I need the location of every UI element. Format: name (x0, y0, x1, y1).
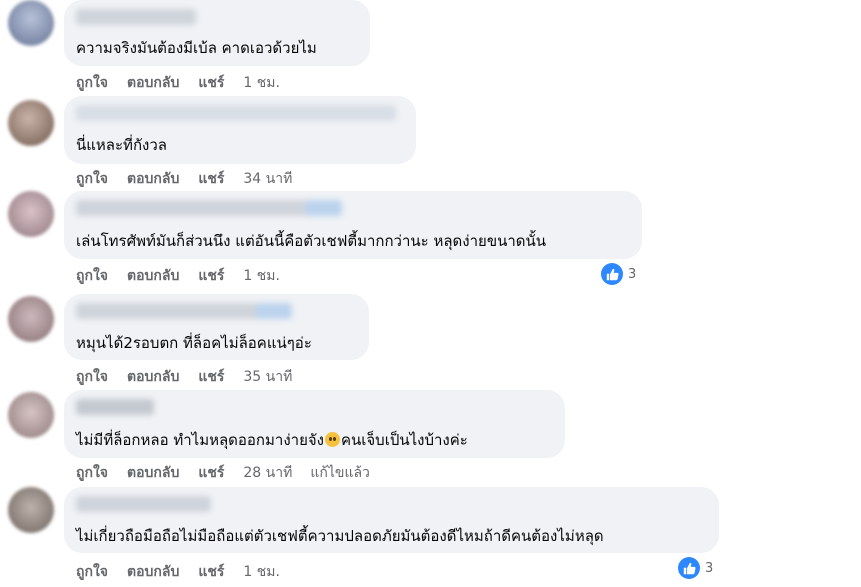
like-link[interactable]: ถูกใจ (76, 561, 108, 583)
comment-text: ไม่มีที่ล็อกหลอ ทำไมหลุดออกมาง่ายจัง คนเจ… (76, 428, 468, 452)
avatar[interactable] (8, 296, 54, 342)
comment-text: นี่แหละที่กังวล (76, 136, 167, 154)
author-name[interactable] (76, 303, 292, 319)
author-name[interactable] (76, 9, 196, 25)
timestamp[interactable]: 35 นาที (243, 366, 292, 388)
thumbs-up-icon (678, 557, 700, 579)
share-link[interactable]: แชร์ (198, 72, 224, 94)
like-link[interactable]: ถูกใจ (76, 168, 108, 190)
comment-text: ไม่เกี่ยวถือมือถือไม่มือถือแต่ตัวเชฟตี้ค… (76, 527, 604, 545)
comment-actions: ถูกใจ ตอบกลับ แชร์ 28 นาที แก้ไขแล้ว (76, 462, 389, 484)
timestamp[interactable]: 1 ชม. (243, 265, 280, 287)
comment-actions: ถูกใจ ตอบกลับ แชร์ 35 นาที (76, 366, 310, 388)
like-link[interactable]: ถูกใจ (76, 72, 108, 94)
comment-actions: ถูกใจ ตอบกลับ แชร์ 1 ชม. (76, 561, 298, 583)
avatar[interactable] (8, 100, 54, 146)
timestamp[interactable]: 28 นาที (243, 462, 292, 484)
comment-bubble: หมุนได้2รอบตก ที่ล็อคไม่ล็อคแน่ๆอ่ะ (64, 294, 369, 360)
timestamp[interactable]: 1 ชม. (243, 561, 280, 583)
share-link[interactable]: แชร์ (198, 561, 224, 583)
share-link[interactable]: แชร์ (198, 366, 224, 388)
reply-link[interactable]: ตอบกลับ (127, 265, 179, 287)
comment-bubble: ความจริงมันต้องมีเบ้ล คาดเอวด้วยไม (64, 0, 370, 66)
like-link[interactable]: ถูกใจ (76, 462, 108, 484)
author-name[interactable] (76, 105, 396, 121)
comment-text-part-1: ไม่มีที่ล็อกหลอ ทำไมหลุดออกมาง่ายจัง (76, 431, 324, 449)
share-link[interactable]: แชร์ (198, 168, 224, 190)
reaction-summary[interactable]: 3 (601, 263, 636, 285)
avatar[interactable] (8, 0, 54, 46)
sad-face-emoji-icon (324, 432, 340, 447)
reaction-summary[interactable]: 3 (678, 557, 713, 579)
thumbs-up-icon (601, 263, 623, 285)
share-link[interactable]: แชร์ (198, 265, 224, 287)
comment-bubble: ไม่มีที่ล็อกหลอ ทำไมหลุดออกมาง่ายจัง คนเจ… (64, 390, 565, 458)
author-name[interactable] (76, 200, 342, 216)
reply-link[interactable]: ตอบกลับ (127, 366, 179, 388)
comment-text-part-2: คนเจ็บเป็นไงบ้างค่ะ (340, 431, 468, 449)
reply-link[interactable]: ตอบกลับ (127, 168, 179, 190)
reaction-count: 3 (628, 266, 637, 282)
timestamp[interactable]: 34 นาที (243, 168, 292, 190)
timestamp[interactable]: 1 ชม. (243, 72, 280, 94)
comment-actions: ถูกใจ ตอบกลับ แชร์ 34 นาที (76, 168, 310, 190)
comment-text: หมุนได้2รอบตก ที่ล็อคไม่ล็อคแน่ๆอ่ะ (76, 334, 312, 352)
avatar[interactable] (8, 487, 54, 533)
comment-bubble: นี่แหละที่กังวล (64, 96, 416, 164)
author-name[interactable] (76, 399, 154, 415)
avatar[interactable] (8, 191, 54, 237)
like-link[interactable]: ถูกใจ (76, 366, 108, 388)
comment-actions: ถูกใจ ตอบกลับ แชร์ 1 ชม. (76, 265, 298, 287)
reply-link[interactable]: ตอบกลับ (127, 72, 179, 94)
comment-bubble: เล่นโทรศัพท์มันก็ส่วนนึง แต่อันนี้คือตัว… (64, 191, 642, 259)
edited-label: แก้ไขแล้ว (310, 465, 370, 481)
reaction-count: 3 (705, 560, 714, 576)
share-link[interactable]: แชร์ (198, 462, 224, 484)
like-link[interactable]: ถูกใจ (76, 265, 108, 287)
author-name[interactable] (76, 496, 211, 512)
reply-link[interactable]: ตอบกลับ (127, 462, 179, 484)
comment-actions: ถูกใจ ตอบกลับ แชร์ 1 ชม. (76, 72, 298, 94)
comment-text: เล่นโทรศัพท์มันก็ส่วนนึง แต่อันนี้คือตัว… (76, 232, 547, 250)
comment-bubble: ไม่เกี่ยวถือมือถือไม่มือถือแต่ตัวเชฟตี้ค… (64, 487, 719, 553)
avatar[interactable] (8, 392, 54, 438)
comment-text: ความจริงมันต้องมีเบ้ล คาดเอวด้วยไม (76, 39, 317, 57)
reply-link[interactable]: ตอบกลับ (127, 561, 179, 583)
